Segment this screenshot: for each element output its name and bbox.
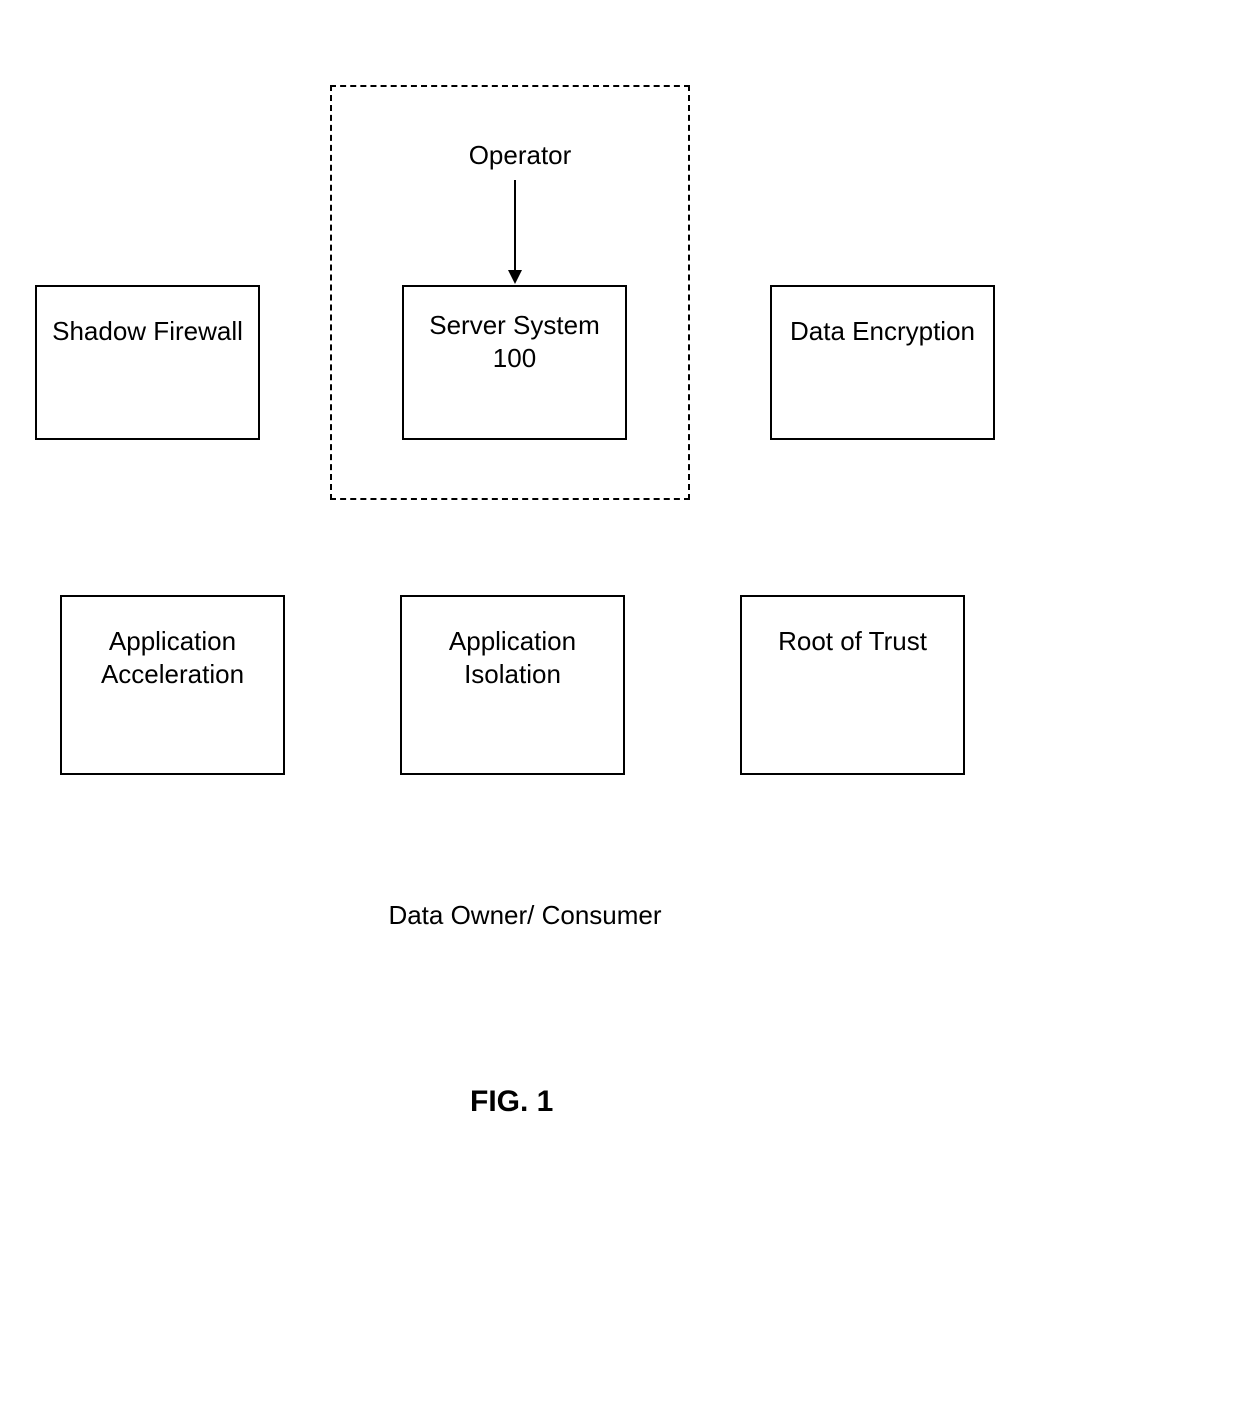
data-owner-consumer-label: Data Owner/ Consumer <box>360 900 690 931</box>
box-application-acceleration: Application Acceleration <box>60 595 285 775</box>
box-app-accel-label1: Application <box>109 625 236 658</box>
box-shadow-firewall-label: Shadow Firewall <box>52 315 243 348</box>
box-app-accel-label2: Acceleration <box>101 658 244 691</box>
diagram-stage: Operator Shadow Firewall Server System 1… <box>0 0 1240 1425</box>
operator-label: Operator <box>460 140 580 171</box>
box-root-of-trust-label: Root of Trust <box>778 625 927 658</box>
box-data-encryption: Data Encryption <box>770 285 995 440</box>
figure-title: FIG. 1 <box>470 1085 553 1119</box>
box-server-system-label1: Server System <box>429 309 600 342</box>
box-application-isolation: Application Isolation <box>400 595 625 775</box>
box-server-system-label2: 100 <box>493 342 536 375</box>
arrow-operator-to-server <box>505 180 525 290</box>
box-app-iso-label1: Application <box>449 625 576 658</box>
box-app-iso-label2: Isolation <box>464 658 561 691</box>
box-shadow-firewall: Shadow Firewall <box>35 285 260 440</box>
box-data-encryption-label: Data Encryption <box>790 315 975 348</box>
box-server-system: Server System 100 <box>402 285 627 440</box>
box-root-of-trust: Root of Trust <box>740 595 965 775</box>
